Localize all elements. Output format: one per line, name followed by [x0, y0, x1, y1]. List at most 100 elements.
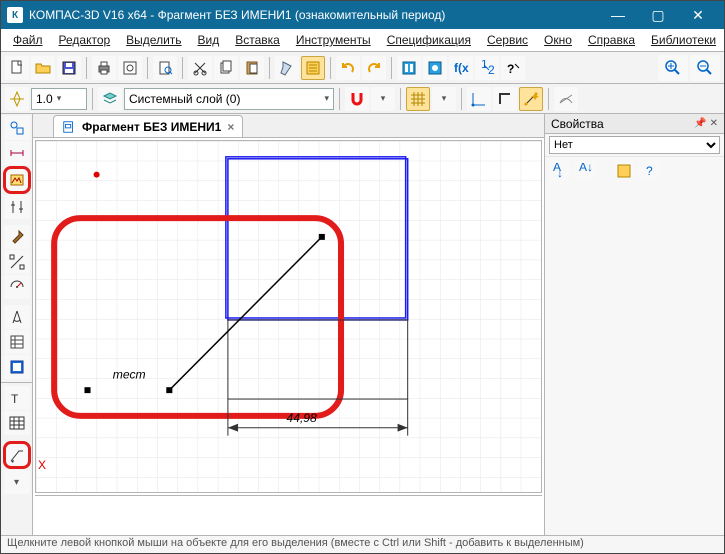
zoom-page-button[interactable]	[153, 56, 177, 80]
geometry-palette-button[interactable]	[4, 116, 30, 140]
props-sort-az-button[interactable]: A↓	[549, 161, 571, 181]
props-object-select[interactable]: Нет	[549, 136, 720, 154]
grid-toggle[interactable]	[406, 87, 430, 111]
exec-order-button[interactable]: 12	[475, 56, 499, 80]
sketch-appearance-button[interactable]	[554, 87, 578, 111]
menu-insert[interactable]: Вставка	[229, 31, 286, 49]
left-toolpane: T ▾	[1, 114, 33, 535]
menu-tools[interactable]: Инструменты	[290, 31, 377, 49]
tab-label: Фрагмент БЕЗ ИМЕНИ1	[82, 120, 221, 134]
props-help-button[interactable]: ?	[639, 161, 661, 181]
svg-text:A↓: A↓	[579, 163, 593, 174]
leader-line-button[interactable]	[3, 441, 31, 469]
dimensions-palette-button[interactable]	[4, 141, 30, 165]
help-button[interactable]: ?	[501, 56, 525, 80]
zoom-out-button[interactable]	[690, 55, 720, 81]
format-painter-button[interactable]	[275, 56, 299, 80]
table-tool-button[interactable]	[4, 411, 30, 435]
props-categorize-button[interactable]	[613, 161, 635, 181]
layer-value: Системный слой (0)	[129, 92, 240, 106]
undo-button[interactable]	[336, 56, 360, 80]
drawing-canvas[interactable]: тест 44,98 X	[35, 140, 542, 493]
param-tool-button[interactable]	[4, 250, 30, 274]
menu-service[interactable]: Сервис	[481, 31, 534, 49]
titlebar: К КОМПАС-3D V16 x64 - Фрагмент БЕЗ ИМЕНИ…	[1, 1, 724, 29]
svg-text:?: ?	[646, 164, 653, 178]
main-area: T ▾ Фрагмент БЕЗ ИМЕНИ1 ×	[1, 114, 724, 535]
menu-select[interactable]: Выделить	[120, 31, 187, 49]
svg-text:✦: ✦	[530, 91, 539, 104]
menu-libs[interactable]: Библиотеки	[645, 31, 722, 49]
caret-down-button[interactable]: ▾	[4, 470, 30, 494]
svg-text:?: ?	[507, 62, 514, 76]
copy-button[interactable]	[214, 56, 238, 80]
menu-help[interactable]: Справка	[582, 31, 641, 49]
properties-panel: Свойства 📌 ✕ Нет A↓ A↓ ?	[544, 114, 724, 535]
origin-marker	[94, 172, 100, 178]
command-panel[interactable]	[35, 495, 542, 535]
menu-file[interactable]: Файл	[7, 31, 49, 49]
doc-icon	[62, 120, 76, 134]
zoom-in-button[interactable]	[658, 55, 688, 81]
app-icon: К	[7, 7, 23, 23]
minimize-button[interactable]: —	[598, 1, 638, 29]
measure-tool-button[interactable]	[4, 275, 30, 299]
snap-button[interactable]	[5, 87, 29, 111]
lineweight-value: 1.0	[36, 92, 53, 106]
props-sort-za-button[interactable]: A↓	[575, 161, 597, 181]
tab-fragment[interactable]: Фрагмент БЕЗ ИМЕНИ1 ×	[53, 115, 243, 137]
pin-icon[interactable]: 📌 ✕	[694, 118, 718, 129]
hammer-tool-button[interactable]	[4, 225, 30, 249]
spec-sheet-button[interactable]	[4, 330, 30, 354]
menu-edit[interactable]: Редактор	[53, 31, 117, 49]
save-button[interactable]	[57, 56, 81, 80]
close-button[interactable]: ✕	[678, 1, 718, 29]
layers-icon[interactable]	[98, 87, 122, 111]
redo-button[interactable]	[362, 56, 386, 80]
arc-compass-button[interactable]	[4, 305, 30, 329]
cut-button[interactable]	[188, 56, 212, 80]
endpt-2	[319, 234, 325, 240]
variables-fx-button[interactable]: f(x)	[449, 56, 473, 80]
svg-text:f(x): f(x)	[454, 61, 469, 75]
library-button-2[interactable]	[423, 56, 447, 80]
endpt-3	[84, 387, 90, 393]
statusbar: Щелкните левой кнопкой мыши на объекте д…	[1, 535, 724, 553]
endpt-1	[166, 387, 172, 393]
tab-close-icon[interactable]: ×	[227, 120, 234, 134]
toolbar-main: f(x) 12 ?	[1, 52, 724, 84]
window-title: КОМПАС-3D V16 x64 - Фрагмент БЕЗ ИМЕНИ1 …	[29, 8, 598, 22]
menu-view[interactable]: Вид	[192, 31, 226, 49]
coord-axes-button[interactable]	[467, 87, 491, 111]
lineweight-dropdown[interactable]: 1.0 ▾	[31, 88, 87, 110]
grid-caret-button[interactable]: ▾	[432, 87, 456, 111]
snap-caret-button[interactable]: ▾	[371, 87, 395, 111]
new-doc-button[interactable]	[5, 56, 29, 80]
canvas-area: Фрагмент БЕЗ ИМЕНИ1 ×	[33, 114, 544, 535]
layer-dropdown[interactable]: Системный слой (0) ▾	[124, 88, 334, 110]
props-toolbar: A↓ A↓ ?	[545, 157, 724, 185]
svg-text:T: T	[11, 392, 19, 406]
paste-button[interactable]	[240, 56, 264, 80]
edit-palette-button[interactable]	[4, 195, 30, 219]
maximize-button[interactable]: ▢	[638, 1, 678, 29]
print-button[interactable]	[92, 56, 116, 80]
menubar: Файл Редактор Выделить Вид Вставка Инстр…	[1, 29, 724, 52]
toolbar-secondary: 1.0 ▾ Системный слой (0) ▾ ▾ ▾ ✦	[1, 84, 724, 114]
report-button[interactable]	[4, 355, 30, 379]
dim-text: 44,98	[286, 411, 317, 425]
annotations-palette-button[interactable]	[3, 166, 31, 194]
menu-window[interactable]: Окно	[538, 31, 578, 49]
ortho-button[interactable]	[493, 87, 517, 111]
open-button[interactable]	[31, 56, 55, 80]
svg-text:↓: ↓	[557, 166, 563, 179]
text-tool-button[interactable]: T	[4, 386, 30, 410]
doc-tabs: Фрагмент БЕЗ ИМЕНИ1 ×	[33, 114, 544, 138]
menu-spec[interactable]: Спецификация	[381, 31, 477, 49]
magnet-snap-button[interactable]	[345, 87, 369, 111]
rounding-button[interactable]: ✦	[519, 87, 543, 111]
text-label: тест	[113, 367, 146, 381]
properties-toggle[interactable]	[301, 56, 325, 80]
library-manager-button[interactable]	[397, 56, 421, 80]
print-preview-button[interactable]	[118, 56, 142, 80]
